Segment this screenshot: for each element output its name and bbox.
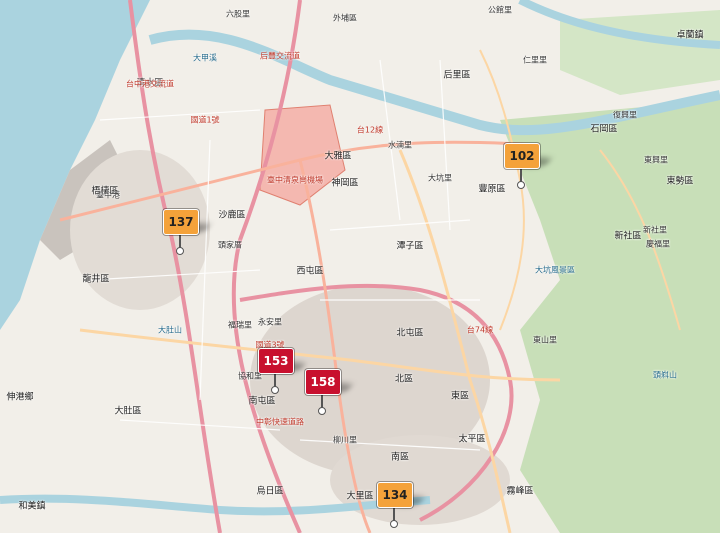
road-label: 中彰快速道路: [256, 417, 304, 427]
place-label: 霧峰區: [506, 486, 534, 497]
place-label: 大雅區: [324, 151, 352, 162]
place-label: 頭嵙山: [653, 370, 677, 380]
place-label: 大肚區: [114, 406, 142, 417]
place-label: 頭家厝: [218, 240, 242, 250]
place-label: 南區: [390, 452, 410, 463]
map-canvas[interactable]: 六股里 外埔區 公館里 仁里里 大甲溪 后里區 卓蘭鎮 臺中港 清水區 梧棲區 …: [0, 0, 720, 533]
place-label: 東興里: [644, 155, 668, 165]
place-label: 北區: [394, 374, 414, 385]
aqi-marker[interactable]: 158: [305, 369, 354, 415]
aqi-marker[interactable]: 137: [163, 209, 212, 255]
place-label: 慶福里: [646, 239, 670, 249]
place-label: 大肚山: [158, 325, 182, 335]
road-label: 台12線: [356, 125, 384, 135]
place-label: 柳川里: [333, 435, 357, 445]
basemap: [0, 0, 720, 533]
urban-south: [330, 435, 510, 525]
place-label: 東區: [450, 391, 470, 402]
place-label: 烏日區: [256, 486, 284, 497]
aqi-value: 158: [305, 369, 341, 395]
place-label: 北屯區: [396, 328, 424, 339]
place-label: 永安里: [258, 317, 282, 327]
place-label: 卓蘭鎮: [676, 30, 704, 41]
place-label: 東山里: [533, 335, 557, 345]
place-label: 神岡區: [331, 178, 359, 189]
place-label: 臺中清泉崗機場: [267, 175, 323, 185]
place-label: 石岡區: [590, 124, 618, 135]
place-label: 和美鎮: [18, 501, 46, 512]
place-label: 公館里: [488, 5, 512, 15]
place-label: 復興里: [613, 110, 637, 120]
place-label: 外埔區: [333, 13, 357, 23]
place-label: 仁里里: [523, 55, 547, 65]
place-label: 大坑里: [428, 173, 452, 183]
place-label: 沙鹿區: [218, 210, 246, 221]
place-label: 梧棲區: [91, 186, 119, 197]
place-label: 新社區: [614, 231, 642, 242]
place-label: 福瑞里: [228, 320, 252, 330]
place-label: 大甲溪: [193, 53, 217, 63]
aqi-value: 137: [163, 209, 199, 235]
place-label: 新社里: [643, 225, 667, 235]
aqi-value: 134: [377, 482, 413, 508]
road-label: 國道1號: [190, 115, 220, 125]
road-label: 后豐交流道: [260, 51, 300, 61]
place-label: 西屯區: [296, 266, 324, 277]
aqi-marker[interactable]: 134: [377, 482, 426, 528]
place-label: 水湳里: [388, 140, 412, 150]
place-label: 潭子區: [396, 241, 424, 252]
place-label: 豐原區: [478, 184, 506, 195]
road-label: 台中港交流道: [126, 79, 174, 89]
place-label: 龍井區: [82, 274, 110, 285]
place-label: 伸港鄉: [6, 392, 34, 403]
aqi-value: 102: [504, 143, 540, 169]
road-label: 台74線: [466, 325, 494, 335]
aqi-marker[interactable]: 153: [258, 348, 307, 394]
place-label: 東勢區: [666, 176, 694, 187]
place-label: 后里區: [443, 70, 471, 81]
place-label: 太平區: [458, 434, 486, 445]
aqi-value: 153: [258, 348, 294, 374]
place-label: 大坑風景區: [535, 265, 575, 275]
place-label: 大里區: [346, 491, 374, 502]
place-label: 南屯區: [248, 396, 276, 407]
aqi-marker[interactable]: 102: [504, 143, 553, 189]
place-label: 六股里: [226, 9, 250, 19]
